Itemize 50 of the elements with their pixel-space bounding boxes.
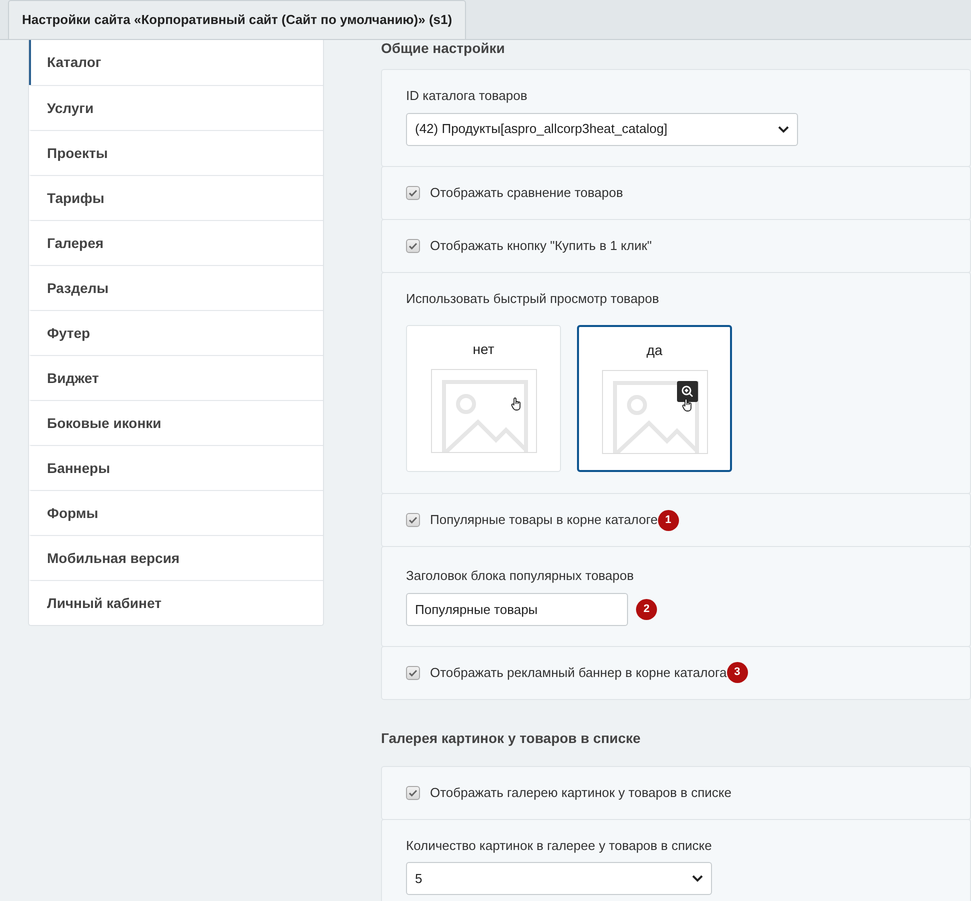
checkbox[interactable]	[406, 186, 420, 200]
select-field[interactable]: 5	[406, 862, 712, 895]
chevron-down-icon	[778, 126, 789, 132]
field-label: Популярные товары в корне каталоге	[430, 511, 658, 530]
checkbox[interactable]	[406, 513, 420, 527]
number-badge: 3	[726, 662, 748, 683]
hand-cursor-icon	[510, 397, 522, 411]
field-label: Количество картинок в галерее у товаров в списке	[406, 836, 713, 855]
number-badge: 1	[658, 510, 679, 530]
checkmark-icon	[408, 788, 418, 798]
checkbox[interactable]	[406, 666, 420, 680]
settings-tab[interactable]: Настройки сайта «Корпоративный сайт (Сайт по умолчанию)» (s1)	[8, 0, 466, 39]
checkbox[interactable]	[406, 786, 420, 800]
zoom-in-icon[interactable]	[676, 381, 698, 402]
checkbox[interactable]	[406, 238, 420, 252]
option-card[interactable]: да	[577, 325, 732, 472]
option-card[interactable]: нет	[406, 325, 561, 472]
number-badge: 2	[636, 598, 657, 620]
sidebar-item[interactable]: Виджет	[29, 355, 323, 400]
sidebar-item[interactable]: Проекты	[29, 130, 323, 175]
sidebar-item[interactable]: Галерея	[29, 220, 323, 265]
image-icon	[442, 380, 528, 452]
checkmark-icon	[408, 515, 418, 525]
select-field[interactable]: (42) Продукты[aspro_allcorp3heat_catalog]	[406, 112, 798, 146]
checkmark-icon	[408, 668, 418, 678]
sidebar-item[interactable]: Разделы	[29, 265, 323, 310]
image-icon	[612, 381, 698, 453]
sidebar-item[interactable]: Формы	[29, 490, 323, 535]
section-heading: Общие настройки	[381, 40, 506, 56]
field-label: ID каталога товаров	[406, 87, 528, 105]
checkmark-icon	[408, 188, 418, 198]
hand-cursor-icon	[682, 398, 692, 412]
sidebar-item[interactable]: Личный кабинет	[29, 580, 323, 625]
sidebar-item[interactable]: Тарифы	[29, 175, 323, 220]
section-heading: Галерея картинок у товаров в списке	[381, 728, 642, 748]
sidebar-item[interactable]: Каталог	[29, 40, 323, 85]
sidebar-item[interactable]: Боковые иконки	[29, 400, 323, 445]
field-label: Отображать сравнение товаров	[430, 184, 623, 202]
text-field[interactable]: Популярные товары	[406, 592, 628, 626]
field-label: Отображать кнопку "Купить в 1 клик"	[430, 236, 652, 255]
checkmark-icon	[408, 240, 418, 250]
sidebar-item[interactable]: Услуги	[29, 85, 323, 130]
field-label: Заголовок блока популярных товаров	[406, 567, 635, 585]
field-label: Отображать рекламный баннер в корне каталога	[430, 664, 727, 682]
sidebar-item[interactable]: Футер	[29, 310, 323, 355]
chevron-down-icon	[692, 875, 703, 882]
sidebar-item[interactable]: Мобильная версия	[29, 535, 323, 580]
sidebar-item[interactable]: Баннеры	[29, 445, 323, 490]
field-label: Использовать быстрый просмотр товаров	[406, 290, 660, 308]
field-label: Отображать галерею картинок у товаров в списке	[430, 784, 732, 802]
